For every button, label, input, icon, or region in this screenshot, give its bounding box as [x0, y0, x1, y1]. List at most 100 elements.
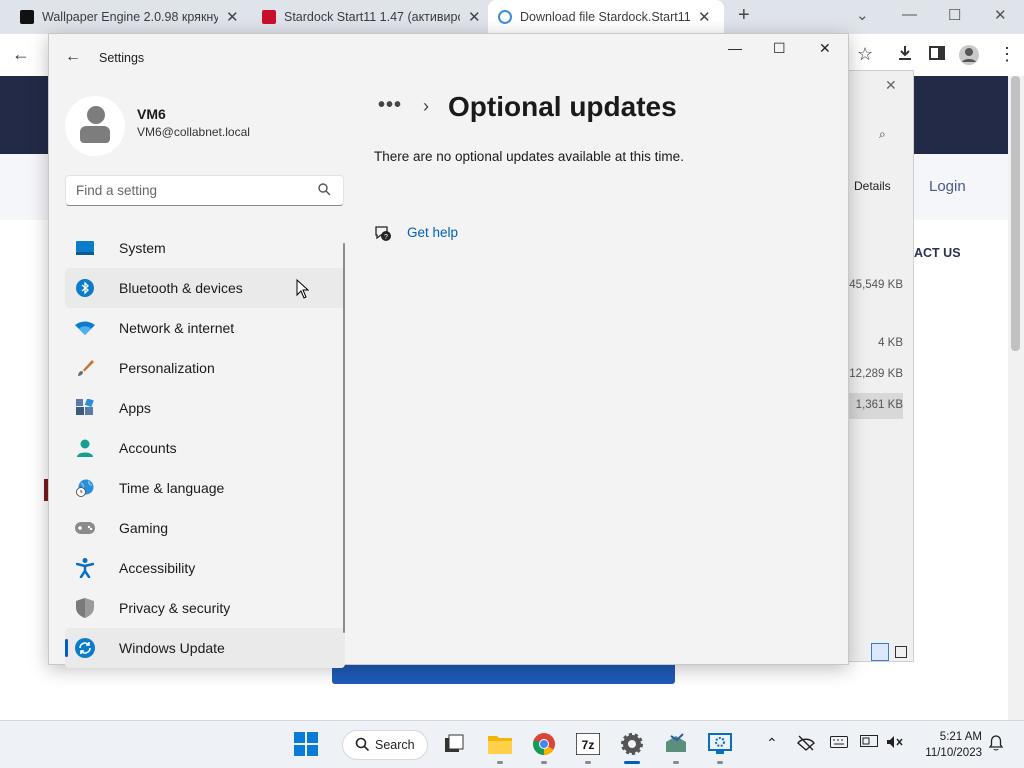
close-button[interactable]: ✕ [819, 40, 831, 57]
details-tab[interactable]: Details [854, 179, 891, 193]
taskbar-search[interactable]: Search [342, 730, 428, 760]
sidebar-item-label: Privacy & security [119, 600, 231, 616]
dialog-search-icon[interactable]: ⌕ [879, 127, 886, 142]
tile-view-icon[interactable] [895, 646, 907, 658]
task-view-icon[interactable] [441, 731, 467, 757]
svg-text:?: ? [384, 234, 388, 241]
search-input[interactable] [76, 183, 306, 198]
sidebar-item-privacy[interactable]: Privacy & security [65, 588, 345, 628]
start-windows-icon[interactable] [293, 731, 319, 757]
page-scrollbar-thumb[interactable] [1011, 76, 1020, 351]
user-name: VM6 [137, 106, 166, 122]
sidebar-icon[interactable] [928, 44, 946, 67]
sidebar-item-windows-update[interactable]: Windows Update [65, 628, 345, 668]
status-message: There are no optional updates available … [374, 149, 684, 164]
running-indicator [673, 761, 679, 764]
sidebar-item-label: Apps [119, 400, 151, 416]
sidebar-item-label: Accessibility [119, 560, 196, 576]
search-icon [355, 737, 370, 754]
running-indicator [541, 761, 547, 764]
monitor-icon [75, 238, 95, 258]
search-icon[interactable] [318, 183, 331, 199]
clock-time: 5:21 AM [939, 731, 982, 743]
file-size: 45,549 KB [849, 279, 903, 291]
keyboard-icon[interactable] [830, 735, 848, 751]
globe-clock-icon [75, 478, 95, 498]
maximize-button[interactable]: ☐ [773, 40, 786, 57]
sidebar-item-label: Personalization [119, 360, 215, 376]
accessibility-icon [75, 558, 95, 578]
nav-scrollbar[interactable] [343, 243, 345, 633]
sidebar-item-time-language[interactable]: Time & language [65, 468, 345, 508]
page-title: Optional updates [448, 91, 677, 122]
sidebar-item-gaming[interactable]: Gaming [65, 508, 345, 548]
tab-stardock-start11[interactable]: Stardock Start11 1.47 (активиро ✕ [262, 0, 490, 34]
file-explorer-icon[interactable] [487, 731, 513, 757]
sidebar-item-system[interactable]: System [65, 228, 345, 268]
avatar-head [87, 106, 105, 124]
back-arrow-icon[interactable]: ← [12, 44, 30, 65]
tab-wallpaper-engine[interactable]: Wallpaper Engine 2.0.98 крякнут ✕ [20, 0, 250, 34]
tab-close-icon[interactable]: ✕ [226, 8, 239, 26]
tab-favicon-icon [498, 10, 512, 24]
tab-title: Download file Stardock.Start11- [520, 10, 690, 24]
browser-maximize-button[interactable]: ☐ [948, 6, 961, 24]
wifi-icon [75, 318, 95, 338]
installer-icon[interactable] [663, 731, 689, 757]
sidebar-item-label: System [119, 240, 166, 256]
display-icon[interactable] [860, 735, 878, 752]
get-help-link[interactable]: Get help [407, 225, 458, 240]
running-indicator [497, 761, 503, 764]
notification-bell-icon[interactable] [988, 735, 1004, 754]
minimize-button[interactable]: — [728, 40, 742, 56]
tab-close-icon[interactable]: ✕ [698, 8, 711, 26]
sidebar-item-apps[interactable]: Apps [65, 388, 345, 428]
back-arrow-icon[interactable]: ← [65, 48, 81, 66]
kebab-menu-icon[interactable]: ⋮ [998, 44, 1016, 65]
page-scrollbar[interactable] [1008, 76, 1024, 720]
new-tab-button[interactable]: + [738, 4, 750, 27]
volume-muted-icon[interactable] [886, 735, 904, 752]
background-download-dialog: ✕ ⌕ Details 45,549 KB 4 KB 12,289 KB 1,3… [848, 70, 914, 662]
system-clock[interactable]: 5:21 AM 11/10/2023 [912, 729, 982, 761]
file-size: 4 KB [878, 337, 903, 349]
help-icon[interactable]: ? [374, 224, 392, 242]
bluetooth-icon [75, 278, 95, 298]
sidebar-item-label: Gaming [119, 520, 169, 536]
avatar-body [80, 126, 110, 143]
tab-close-icon[interactable]: ✕ [468, 8, 481, 26]
tab-download-file[interactable]: Download file Stardock.Start11- ✕ [488, 0, 724, 34]
browser-tab-strip: Wallpaper Engine 2.0.98 крякнут ✕ Stardo… [0, 0, 1024, 34]
dialog-close-icon[interactable]: ✕ [885, 77, 897, 94]
apps-icon [75, 398, 95, 418]
tray-chevron-icon[interactable]: ⌃ [766, 735, 778, 752]
chrome-icon[interactable] [531, 731, 557, 757]
contact-link[interactable]: ACT US [914, 246, 961, 260]
profile-avatar-icon[interactable] [958, 44, 980, 71]
tab-title: Stardock Start11 1.47 (активиро [284, 10, 460, 24]
browser-close-button[interactable]: ✕ [994, 6, 1007, 24]
7zip-icon[interactable]: 7z [575, 731, 601, 757]
list-view-icon[interactable] [871, 643, 889, 661]
download-icon[interactable] [896, 44, 914, 67]
tab-search-dropdown-icon[interactable]: ⌄ [856, 6, 869, 24]
mouse-cursor-icon [296, 278, 310, 304]
tab-title: Wallpaper Engine 2.0.98 крякнут [42, 10, 218, 24]
network-offline-icon[interactable] [797, 735, 815, 754]
find-setting-search[interactable] [65, 175, 344, 206]
sidebar-item-personalization[interactable]: Personalization [65, 348, 345, 388]
avatar[interactable] [65, 96, 125, 156]
breadcrumb-overflow-button[interactable]: ••• [378, 94, 402, 117]
bookmark-star-icon[interactable]: ☆ [857, 44, 873, 65]
file-size: 1,361 KB [855, 399, 903, 411]
sidebar-item-label: Time & language [119, 480, 225, 496]
sidebar-item-accessibility[interactable]: Accessibility [65, 548, 345, 588]
user-email: VM6@collabnet.local [137, 125, 250, 139]
login-link[interactable]: Login [929, 178, 966, 195]
remote-desktop-icon[interactable] [707, 731, 733, 757]
sidebar-item-accounts[interactable]: Accounts [65, 428, 345, 468]
sidebar-item-label: Bluetooth & devices [119, 280, 243, 296]
sidebar-item-network[interactable]: Network & internet [65, 308, 345, 348]
browser-minimize-button[interactable]: — [902, 6, 917, 23]
settings-gear-icon[interactable] [619, 731, 645, 757]
